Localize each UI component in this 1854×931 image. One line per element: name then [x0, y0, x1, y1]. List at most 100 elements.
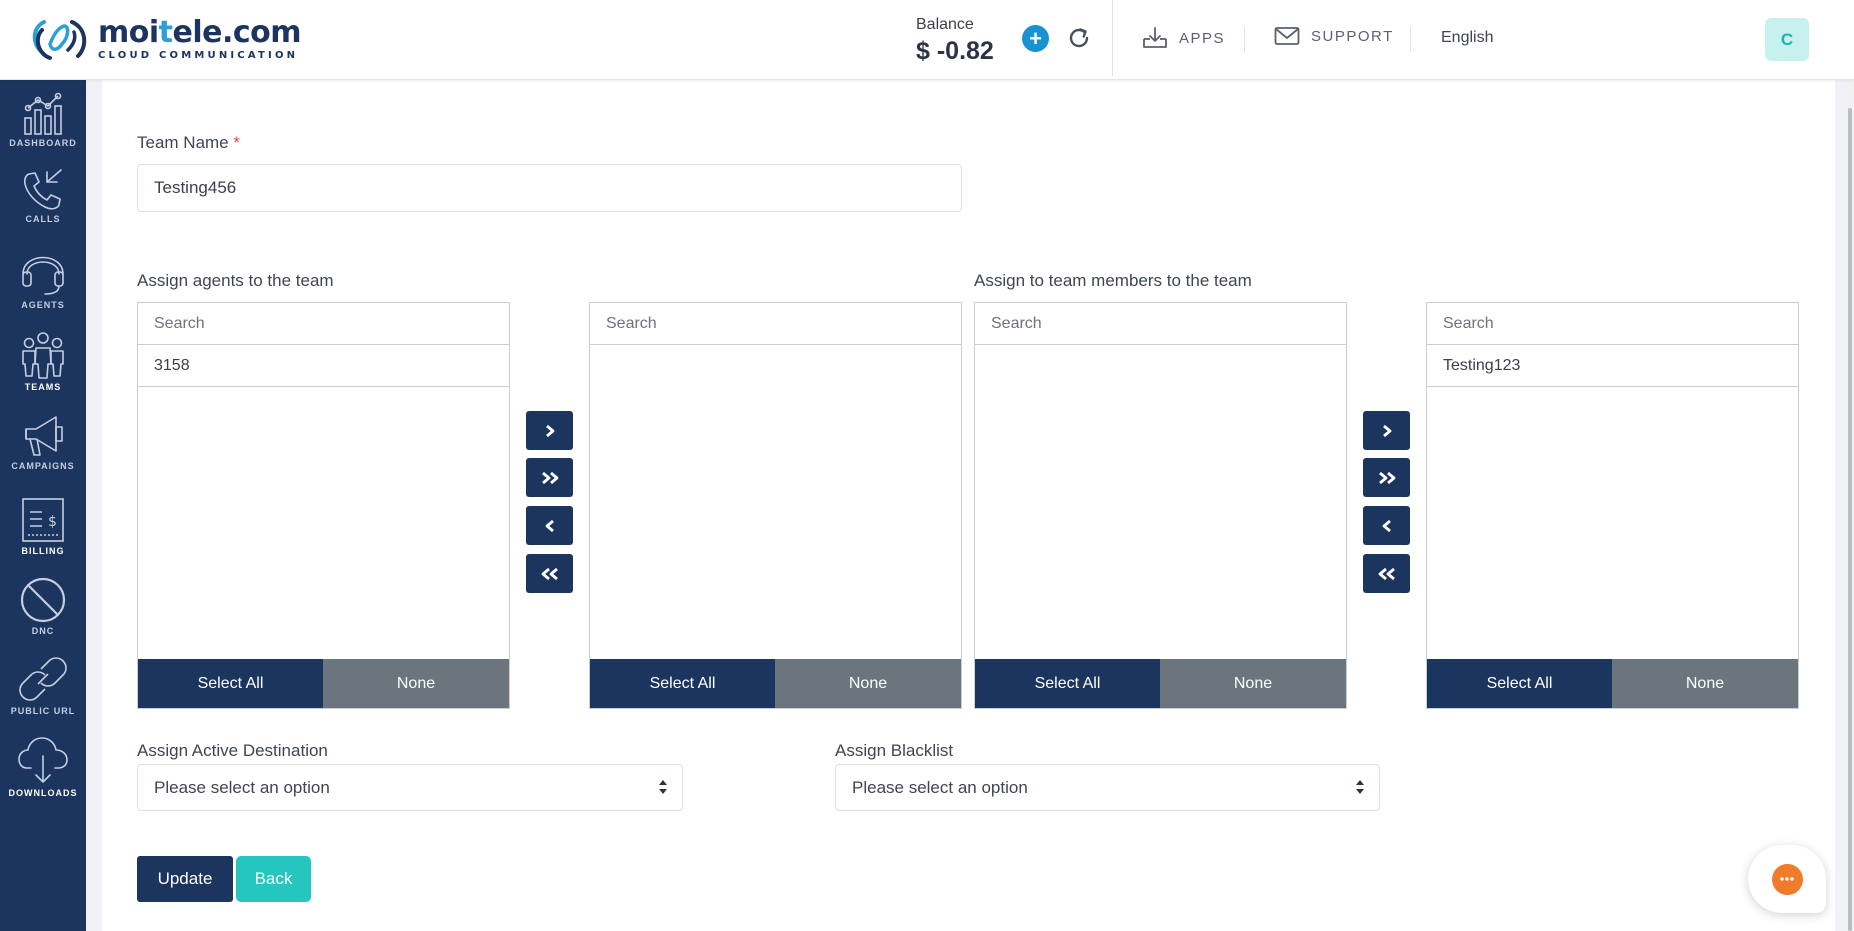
list-actions: Select All None: [975, 659, 1346, 708]
sidebar-item-billing[interactable]: $ BILLING: [0, 496, 86, 556]
move-selected-right-button[interactable]: [1363, 411, 1410, 450]
header-divider: [1244, 26, 1245, 52]
sidebar-item-public-url[interactable]: PUBLIC URL: [0, 654, 86, 716]
brand-logo[interactable]: moitele.com CLOUD COMMUNICATION: [28, 14, 302, 64]
select-all-button[interactable]: Select All: [590, 659, 775, 708]
select-arrows-icon: [659, 780, 667, 794]
sidebar-item-dashboard[interactable]: DASHBOARD: [0, 92, 86, 148]
destination-label: Assign Active Destination: [137, 741, 328, 760]
move-selected-left-button[interactable]: [526, 506, 573, 545]
svg-text:$: $: [48, 514, 57, 530]
back-button[interactable]: Back: [236, 856, 311, 902]
balance-label: Balance: [916, 16, 974, 33]
list-actions: Select All None: [138, 659, 509, 708]
chat-widget-button[interactable]: [1748, 845, 1826, 913]
brand-tagline: CLOUD COMMUNICATION: [98, 50, 299, 61]
move-selected-right-button[interactable]: [526, 411, 573, 450]
megaphone-icon: [25, 416, 63, 456]
header-divider: [1112, 0, 1113, 76]
double-chevron-right-icon: [1378, 471, 1395, 484]
apps-link[interactable]: APPS: [1142, 26, 1225, 50]
top-header: moitele.com CLOUD COMMUNICATION Balance …: [0, 0, 1854, 80]
dashboard-chart-icon: [24, 92, 62, 135]
sidebar-label: BILLING: [21, 546, 65, 556]
headset-icon: [22, 256, 64, 295]
list-item[interactable]: 3158: [138, 345, 509, 387]
sidebar-label: DOWNLOADS: [8, 788, 78, 798]
select-arrows-icon: [1356, 780, 1364, 794]
sidebar-item-dnc[interactable]: DNC: [0, 576, 86, 636]
select-none-button[interactable]: None: [1160, 659, 1346, 708]
balance-value: $ -0.82: [916, 37, 994, 65]
destination-selected-value: Please select an option: [154, 777, 330, 797]
chevron-left-icon: [545, 519, 554, 532]
sidebar-label: TEAMS: [24, 382, 62, 392]
select-none-button[interactable]: None: [775, 659, 961, 708]
chevron-right-icon: [1382, 424, 1391, 437]
move-all-right-button[interactable]: [1363, 458, 1410, 497]
apps-label: APPS: [1179, 29, 1226, 47]
chevron-left-icon: [1382, 519, 1391, 532]
double-chevron-left-icon: [541, 567, 558, 580]
select-none-button[interactable]: None: [323, 659, 509, 708]
user-avatar[interactable]: C: [1765, 18, 1809, 61]
double-chevron-right-icon: [541, 471, 558, 484]
brand-name: moitele.com: [98, 15, 302, 50]
sidebar-label: DASHBOARD: [9, 138, 77, 148]
search-input[interactable]: [590, 303, 961, 345]
assign-members-label: Assign to team members to the team: [974, 271, 1252, 290]
download-tray-icon: [1143, 27, 1167, 48]
blacklist-label: Assign Blacklist: [835, 741, 954, 760]
team-people-icon: [22, 332, 64, 379]
do-not-call-icon: [20, 577, 66, 623]
billing-invoice-icon: $: [22, 498, 64, 542]
move-all-left-button[interactable]: [1363, 554, 1410, 593]
search-input[interactable]: [1427, 303, 1798, 345]
update-button[interactable]: Update: [137, 856, 233, 902]
sidebar-item-calls[interactable]: CALLS: [0, 168, 86, 224]
select-all-button[interactable]: Select All: [975, 659, 1160, 708]
list-item[interactable]: Testing123: [1427, 345, 1798, 387]
available-members-list: Select All None: [974, 302, 1347, 709]
list-actions: Select All None: [1427, 659, 1798, 708]
select-none-button[interactable]: None: [1612, 659, 1798, 708]
refresh-icon[interactable]: [1066, 25, 1092, 51]
double-chevron-left-icon: [1378, 567, 1395, 580]
sidebar-label: DNC: [31, 626, 55, 636]
move-selected-left-button[interactable]: [1363, 506, 1410, 545]
chat-bubble-icon: [1771, 863, 1803, 895]
sidebar-item-teams[interactable]: TEAMS: [0, 330, 86, 392]
sidebar-item-agents[interactable]: AGENTS: [0, 248, 86, 310]
sidebar-item-downloads[interactable]: DOWNLOADS: [0, 736, 86, 798]
move-all-right-button[interactable]: [526, 458, 573, 497]
destination-select[interactable]: Please select an option: [137, 764, 683, 811]
logo-mark-icon: [32, 20, 87, 60]
sidebar-label: PUBLIC URL: [10, 706, 76, 716]
chevron-right-icon: [545, 424, 554, 437]
sidebar-item-campaigns[interactable]: CAMPAIGNS: [0, 413, 86, 471]
select-all-button[interactable]: Select All: [138, 659, 323, 708]
scrollbar-thumb[interactable]: [1848, 108, 1852, 931]
support-label: SUPPORT: [1311, 27, 1394, 45]
sidebar-nav: DASHBOARD CALLS AGENTS TEAMS CAMPAIGNS $…: [0, 80, 86, 931]
logo-text: moitele.com CLOUD COMMUNICATION: [98, 15, 302, 62]
blacklist-select[interactable]: Please select an option: [835, 764, 1380, 811]
sidebar-label: CAMPAIGNS: [11, 461, 75, 471]
select-all-button[interactable]: Select All: [1427, 659, 1612, 708]
header-divider: [1410, 26, 1411, 52]
assigned-members-list: Testing123 Select All None: [1426, 302, 1799, 709]
language-selector[interactable]: English: [1441, 29, 1493, 47]
balance-display: Balance $ -0.82: [916, 16, 994, 66]
assign-agents-label: Assign agents to the team: [137, 271, 334, 290]
move-all-left-button[interactable]: [526, 554, 573, 593]
team-name-input[interactable]: [137, 164, 962, 212]
list-actions: Select All None: [590, 659, 961, 708]
support-link[interactable]: SUPPORT: [1274, 26, 1394, 46]
blacklist-selected-value: Please select an option: [852, 777, 1028, 797]
search-input[interactable]: [975, 303, 1346, 345]
search-input[interactable]: [138, 303, 509, 345]
envelope-icon: [1274, 27, 1300, 45]
add-funds-button[interactable]: +: [1022, 25, 1049, 52]
team-name-label: Team Name *: [137, 133, 240, 152]
link-icon: [19, 657, 67, 701]
